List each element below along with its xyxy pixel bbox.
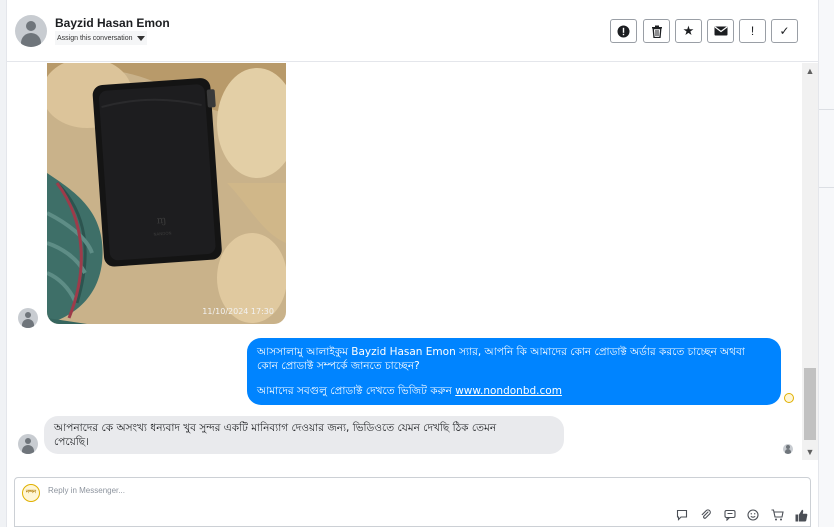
left-sidebar-edge bbox=[0, 0, 7, 527]
star-icon: ★ bbox=[682, 23, 695, 38]
outgoing-message[interactable]: আসসালামু আলাইকুম Bayzid Hasan Emon স্যার… bbox=[247, 338, 781, 405]
sender-avatar bbox=[18, 434, 38, 454]
thumbs-up-icon[interactable] bbox=[794, 508, 808, 522]
incoming-message-line: আপনাদের কে অসংখ্য ধন্যবাদ খুব সুন্দর একট… bbox=[54, 422, 497, 434]
reply-input[interactable]: Reply in Messenger... bbox=[48, 486, 548, 495]
outgoing-message-line: আমাদের সবগুলু প্রোডাক্ট দেখতে ভিজিট করুন bbox=[257, 385, 452, 397]
attachment-icon[interactable] bbox=[699, 508, 713, 522]
incoming-message[interactable]: আপনাদের কে অসংখ্য ধন্যবাদ খুব সুন্দর একট… bbox=[44, 416, 564, 454]
spam-button[interactable] bbox=[610, 19, 637, 43]
scroll-thumb[interactable] bbox=[804, 368, 816, 440]
outgoing-message-line: কোন প্রোডাক্ট সম্পর্কে জানতে চাচ্ছেন? bbox=[257, 360, 420, 372]
outgoing-message-line: আসসালামু আলাইকুম Bayzid Hasan Emon স্যার… bbox=[257, 346, 745, 358]
assign-label: Assign this conversation bbox=[57, 34, 133, 42]
conversation-header: Bayzid Hasan Emon Assign this conversati… bbox=[7, 0, 818, 62]
cart-icon[interactable] bbox=[770, 508, 784, 522]
emoji-icon[interactable] bbox=[746, 508, 760, 522]
website-link[interactable]: www.nondonbd.com bbox=[455, 385, 562, 397]
seen-by-contact-avatar bbox=[783, 444, 793, 454]
star-button[interactable]: ★ bbox=[675, 19, 702, 43]
check-icon: ✓ bbox=[779, 24, 790, 38]
wallet-photo-image: ɱ NANDON bbox=[47, 63, 286, 324]
envelope-icon bbox=[714, 26, 727, 36]
delete-button[interactable] bbox=[643, 19, 670, 43]
message-icon[interactable] bbox=[723, 508, 737, 522]
wallet-photo-attachment[interactable]: ɱ NANDON 11/10/2024 17:30 bbox=[47, 63, 286, 324]
incoming-message-line: পেয়েছি। bbox=[54, 436, 89, 448]
exclamation-icon: ! bbox=[750, 24, 755, 38]
alert-circle-icon bbox=[617, 25, 630, 37]
right-panel-edge bbox=[818, 0, 834, 527]
important-button[interactable]: ! bbox=[739, 19, 766, 43]
messenger-inbox-app: Bayzid Hasan Emon Assign this conversati… bbox=[0, 0, 834, 527]
thread-scrollbar[interactable]: ▲ ▼ bbox=[802, 63, 818, 460]
assign-conversation-dropdown[interactable]: Assign this conversation bbox=[55, 31, 148, 45]
mark-unread-button[interactable] bbox=[707, 19, 734, 43]
saved-replies-icon[interactable] bbox=[675, 508, 689, 522]
scroll-down-arrow-icon[interactable]: ▼ bbox=[802, 444, 818, 460]
message-thread[interactable]: ɱ NANDON 11/10/2024 17:30 আসসালামু আলাইক… bbox=[7, 63, 818, 473]
svg-text:ɱ: ɱ bbox=[157, 215, 167, 227]
contact-name[interactable]: Bayzid Hasan Emon bbox=[55, 16, 170, 30]
contact-avatar[interactable] bbox=[15, 15, 47, 47]
page-logo-icon: নন্দন bbox=[22, 484, 40, 502]
seen-by-page-avatar bbox=[784, 393, 794, 403]
reply-composer[interactable]: নন্দন Reply in Messenger... bbox=[14, 477, 811, 527]
conversation-panel: Bayzid Hasan Emon Assign this conversati… bbox=[7, 0, 818, 527]
done-button[interactable]: ✓ bbox=[771, 19, 798, 43]
sender-avatar bbox=[18, 308, 38, 328]
scroll-up-arrow-icon[interactable]: ▲ bbox=[802, 63, 818, 79]
trash-icon bbox=[651, 25, 662, 38]
caret-down-icon bbox=[137, 35, 146, 41]
photo-timestamp: 11/10/2024 17:30 bbox=[202, 307, 274, 316]
